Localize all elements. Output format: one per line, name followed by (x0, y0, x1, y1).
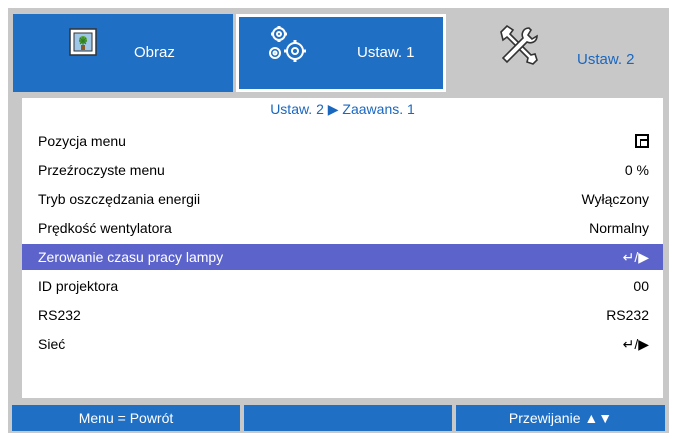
footer-scroll: Przewijanie ▲▼ (456, 405, 665, 431)
breadcrumb: Ustaw. 2 ▶ Zaawans. 1 (270, 101, 415, 117)
image-icon (68, 27, 98, 62)
row-value: Wyłączony (581, 191, 649, 207)
settings-panel: Ustaw. 2 ▶ Zaawans. 1 Pozycja menu Przeź… (22, 98, 663, 398)
row-lamp-hour-reset[interactable]: Zerowanie czasu pracy lampy ↵/▶ (22, 244, 663, 270)
row-network[interactable]: Sieć ↵/▶ (22, 331, 663, 357)
row-rs232[interactable]: RS232 RS232 (22, 302, 663, 328)
row-label: RS232 (38, 307, 81, 323)
row-value: Normalny (589, 220, 649, 236)
row-value: 00 (633, 278, 649, 294)
enter-arrow-icon: ↵/▶ (622, 336, 649, 352)
row-projector-id[interactable]: ID projektora 00 (22, 273, 663, 299)
row-label: Sieć (38, 336, 66, 352)
tab-ustaw-1-label: Ustaw. 1 (357, 44, 415, 61)
row-label: Pozycja menu (38, 133, 126, 149)
row-power-saving[interactable]: Tryb oszczędzania energii Wyłączony (22, 186, 663, 212)
row-menu-position[interactable]: Pozycja menu (22, 128, 663, 154)
row-fan-speed[interactable]: Prędkość wentylatora Normalny (22, 215, 663, 241)
tab-obraz[interactable]: Obraz (13, 14, 233, 92)
row-label: Tryb oszczędzania energii (38, 191, 201, 207)
gears-icon (267, 23, 309, 70)
tab-ustaw-2-label: Ustaw. 2 (577, 51, 635, 68)
row-menu-transparency[interactable]: Przeźroczyste menu 0 % (22, 157, 663, 183)
row-label: Zerowanie czasu pracy lampy (38, 249, 224, 265)
tab-obraz-label: Obraz (134, 44, 175, 61)
footer-menu-return: Menu = Powrót (12, 405, 240, 431)
tab-ustaw-2[interactable]: Ustaw. 2 (449, 14, 664, 100)
footer-middle (244, 405, 452, 431)
tab-ustaw-1[interactable]: Ustaw. 1 (236, 14, 446, 92)
row-label: ID projektora (38, 278, 119, 294)
menu-position-icon (635, 128, 649, 154)
row-value: RS232 (606, 307, 649, 323)
tools-icon (495, 22, 541, 73)
osd-menu: Obraz Ustaw. 1 Ustaw. 2 Ustaw. 2 ▶ Zaawa… (8, 8, 669, 433)
row-label: Prędkość wentylatora (38, 220, 172, 236)
row-value: 0 % (624, 162, 649, 178)
enter-arrow-icon: ↵/▶ (622, 249, 649, 265)
row-label: Przeźroczyste menu (38, 162, 165, 178)
